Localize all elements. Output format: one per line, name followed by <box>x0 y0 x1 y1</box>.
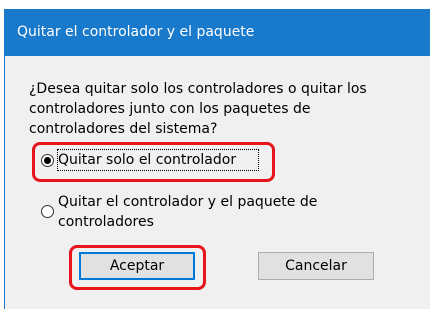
radio-unselected-icon[interactable] <box>41 205 54 218</box>
radio-selected-icon[interactable] <box>41 154 54 167</box>
accept-button[interactable]: Aceptar <box>79 252 195 280</box>
radio-option-remove-driver-and-package[interactable]: Quitar el controlador y el paquete de co… <box>41 192 338 232</box>
dialog-title: Quitar el controlador y el paquete <box>5 9 430 56</box>
option-label[interactable]: Quitar el controlador y el paquete de co… <box>58 192 338 232</box>
cancel-button[interactable]: Cancelar <box>258 252 374 280</box>
dialog-message: ¿Desea quitar solo los controladores o q… <box>29 81 367 137</box>
option-label[interactable]: Quitar solo el controlador <box>57 149 259 171</box>
radio-option-remove-driver-only[interactable]: Quitar solo el controlador <box>41 149 259 171</box>
